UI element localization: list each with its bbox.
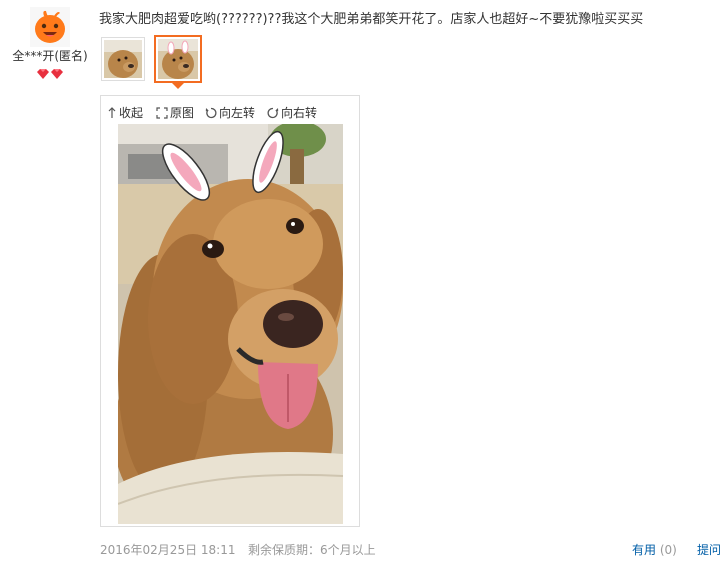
rotate-left-label: 向左转 <box>219 106 256 120</box>
rotate-left-button[interactable]: 向左转 <box>205 104 255 121</box>
collapse-label: 收起 <box>119 106 144 120</box>
review-content: 我家大肥肉超爱吃哟(??????)??我这个大肥弟弟都笑开花了。店家人也超好~不… <box>99 12 644 27</box>
original-image-label: 原图 <box>170 106 195 120</box>
golden-retriever-photo <box>118 124 343 524</box>
orange-mascot-avatar-icon <box>30 7 70 47</box>
rotate-left-icon <box>205 107 217 118</box>
useful-label: 有用 <box>632 543 657 557</box>
useful-count: (0) <box>659 543 677 557</box>
review-photo-large <box>118 124 343 524</box>
review-date: 2016年02月25日 18:11 <box>100 543 236 557</box>
expand-icon <box>156 106 168 119</box>
red-diamond-badge-icon <box>37 69 63 79</box>
reviewer-name: 全***开(匿名) <box>12 49 88 63</box>
rotate-right-label: 向右转 <box>281 106 318 120</box>
ask-question-link[interactable]: 提问 <box>697 541 720 558</box>
selected-thumbnail-pointer <box>172 83 184 89</box>
photo-viewer: 收起 原图 向左转 向右转 <box>100 95 360 527</box>
review-photo-thumbnail-2-selected[interactable] <box>154 35 202 83</box>
rotate-right-button[interactable]: 向右转 <box>267 104 317 121</box>
reviewer-badges <box>36 67 66 81</box>
rotate-right-icon <box>267 107 279 118</box>
useful-vote-button[interactable]: 有用 (0) <box>632 541 677 558</box>
shelf-life-info: 剩余保质期：6个月以上 <box>248 543 376 557</box>
reviewer-avatar <box>30 7 70 47</box>
arrow-up-icon <box>108 106 116 118</box>
review-photo-thumbnail-1[interactable] <box>101 37 145 81</box>
original-image-button[interactable]: 原图 <box>156 104 194 121</box>
dog-photo-thumbnail <box>104 40 142 78</box>
collapse-button[interactable]: 收起 <box>107 104 143 121</box>
dog-photo-thumbnail <box>158 39 198 79</box>
